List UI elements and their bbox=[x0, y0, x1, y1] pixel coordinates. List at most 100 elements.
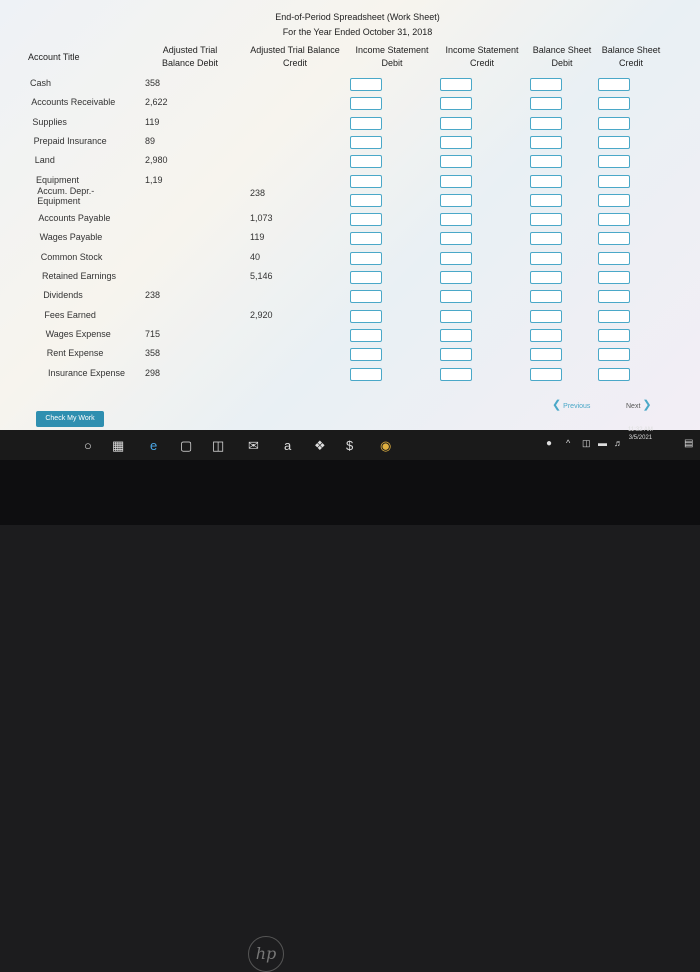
bs-debit-input[interactable] bbox=[530, 193, 562, 207]
bs-credit-input[interactable] bbox=[598, 348, 630, 362]
edge-browser-icon[interactable]: e bbox=[150, 438, 157, 453]
chevron-up-icon[interactable]: ^ bbox=[566, 438, 570, 448]
bs-debit-input[interactable] bbox=[530, 174, 562, 188]
bs-debit-input[interactable] bbox=[530, 251, 562, 265]
table-row: Common Stock 40 bbox=[0, 250, 700, 268]
is-debit-input[interactable] bbox=[350, 328, 382, 342]
is-debit-input[interactable] bbox=[350, 367, 382, 381]
bs-debit-input[interactable] bbox=[530, 348, 562, 362]
worksheet-title: End-of-Period Spreadsheet (Work Sheet) bbox=[275, 12, 440, 22]
bs-credit-input[interactable] bbox=[598, 290, 630, 304]
table-row: Wages Expense 715 bbox=[0, 327, 700, 345]
bs-credit-input[interactable] bbox=[598, 232, 630, 246]
bs-debit-input[interactable] bbox=[530, 328, 562, 342]
system-clock[interactable]: 11:32 AM 3/5/2021 bbox=[628, 426, 653, 442]
people-icon[interactable]: ● bbox=[546, 438, 552, 449]
is-credit-input[interactable] bbox=[440, 271, 472, 284]
bs-credit-input[interactable] bbox=[598, 271, 630, 284]
bs-debit-input[interactable] bbox=[530, 213, 562, 227]
atb-credit-cell: 5,146 bbox=[250, 271, 273, 281]
bs-credit-input[interactable] bbox=[598, 97, 630, 111]
is-credit-input[interactable] bbox=[440, 290, 472, 304]
is-credit-input[interactable] bbox=[440, 174, 472, 188]
is-debit-input[interactable] bbox=[350, 193, 382, 207]
previous-button[interactable]: ❮ Previous bbox=[552, 398, 590, 411]
bs-debit-input[interactable] bbox=[530, 367, 562, 381]
is-credit-input[interactable] bbox=[440, 78, 472, 91]
task-view-icon[interactable]: ▦ bbox=[112, 438, 124, 454]
is-credit-input[interactable] bbox=[440, 97, 472, 111]
bs-credit-input[interactable] bbox=[598, 116, 630, 130]
battery-icon[interactable]: ▬ bbox=[598, 438, 607, 448]
bs-debit-input[interactable] bbox=[530, 116, 562, 130]
bs-credit-input[interactable] bbox=[598, 135, 630, 149]
is-credit-input[interactable] bbox=[440, 135, 472, 149]
search-circle-icon[interactable]: ○ bbox=[84, 438, 92, 453]
bs-credit-input[interactable] bbox=[598, 328, 630, 342]
notification-icon[interactable]: ▤ bbox=[684, 438, 693, 449]
is-credit-input[interactable] bbox=[440, 367, 472, 381]
is-debit-input[interactable] bbox=[350, 135, 382, 149]
bs-debit-input[interactable] bbox=[530, 290, 562, 304]
store-icon[interactable]: ◫ bbox=[212, 438, 224, 454]
dropbox-icon[interactable]: ❖ bbox=[314, 438, 326, 454]
is-credit-input[interactable] bbox=[440, 155, 472, 169]
dollar-icon[interactable]: $ bbox=[346, 438, 353, 453]
mail-icon[interactable]: ✉ bbox=[248, 438, 259, 454]
file-explorer-icon[interactable]: ▢ bbox=[180, 438, 192, 454]
is-credit-input[interactable] bbox=[440, 213, 472, 227]
laptop-bezel: hp bbox=[0, 460, 700, 972]
bs-credit-input[interactable] bbox=[598, 251, 630, 265]
is-debit-input[interactable] bbox=[350, 290, 382, 304]
is-debit-input[interactable] bbox=[350, 97, 382, 111]
is-debit-input[interactable] bbox=[350, 309, 382, 323]
is-debit-input[interactable] bbox=[350, 116, 382, 130]
bs-debit-input[interactable] bbox=[530, 309, 562, 323]
bs-credit-input[interactable] bbox=[598, 193, 630, 207]
bs-debit-input[interactable] bbox=[530, 97, 562, 111]
atb-debit-cell: 715 bbox=[145, 328, 161, 339]
atb-debit-cell: 119 bbox=[145, 116, 160, 127]
column-account-title: Account Title bbox=[28, 52, 80, 62]
network-icon[interactable]: ◫ bbox=[582, 438, 591, 449]
is-credit-input[interactable] bbox=[440, 116, 472, 130]
is-credit-input[interactable] bbox=[440, 348, 472, 362]
bs-credit-input[interactable] bbox=[598, 367, 630, 381]
is-credit-input[interactable] bbox=[440, 309, 472, 323]
bs-debit-input[interactable] bbox=[530, 78, 562, 91]
is-credit-input[interactable] bbox=[440, 328, 472, 342]
account-title-cell: Cash bbox=[30, 78, 52, 88]
bs-debit-input[interactable] bbox=[530, 271, 562, 284]
volume-icon[interactable]: ♬ bbox=[614, 438, 623, 448]
bs-debit-input[interactable] bbox=[530, 135, 562, 149]
next-button[interactable]: Next ❯ bbox=[626, 398, 652, 411]
bs-credit-input[interactable] bbox=[598, 155, 630, 169]
is-debit-input[interactable] bbox=[350, 78, 382, 91]
bs-credit-input[interactable] bbox=[598, 174, 630, 188]
is-debit-input[interactable] bbox=[350, 155, 382, 169]
amazon-icon[interactable]: a bbox=[284, 438, 291, 453]
check-my-work-button[interactable]: Check My Work bbox=[36, 411, 104, 427]
account-title-cell: Wages Expense bbox=[45, 328, 111, 339]
is-credit-input[interactable] bbox=[440, 232, 472, 246]
is-credit-input[interactable] bbox=[440, 251, 472, 265]
bs-debit-input[interactable] bbox=[530, 155, 562, 169]
is-debit-input[interactable] bbox=[350, 174, 382, 188]
bs-credit-input[interactable] bbox=[598, 309, 630, 323]
is-debit-input[interactable] bbox=[350, 348, 382, 362]
is-credit-input[interactable] bbox=[440, 193, 472, 207]
table-row: Cash 358 bbox=[0, 76, 700, 94]
chrome-icon[interactable]: ◉ bbox=[380, 438, 391, 454]
is-debit-input[interactable] bbox=[350, 213, 382, 227]
account-title-cell: Rent Expense bbox=[46, 348, 104, 359]
is-debit-input[interactable] bbox=[350, 232, 382, 246]
is-debit-input[interactable] bbox=[350, 251, 382, 265]
atb-credit-cell: 238 bbox=[250, 187, 266, 198]
atb-debit-cell: 238 bbox=[145, 290, 161, 301]
bs-debit-input[interactable] bbox=[530, 232, 562, 246]
atb-credit-cell: 2,920 bbox=[250, 309, 273, 320]
bs-credit-input[interactable] bbox=[598, 78, 630, 91]
is-debit-input[interactable] bbox=[350, 271, 382, 284]
bs-credit-input[interactable] bbox=[598, 213, 630, 227]
atb-credit-cell: 40 bbox=[250, 251, 261, 262]
